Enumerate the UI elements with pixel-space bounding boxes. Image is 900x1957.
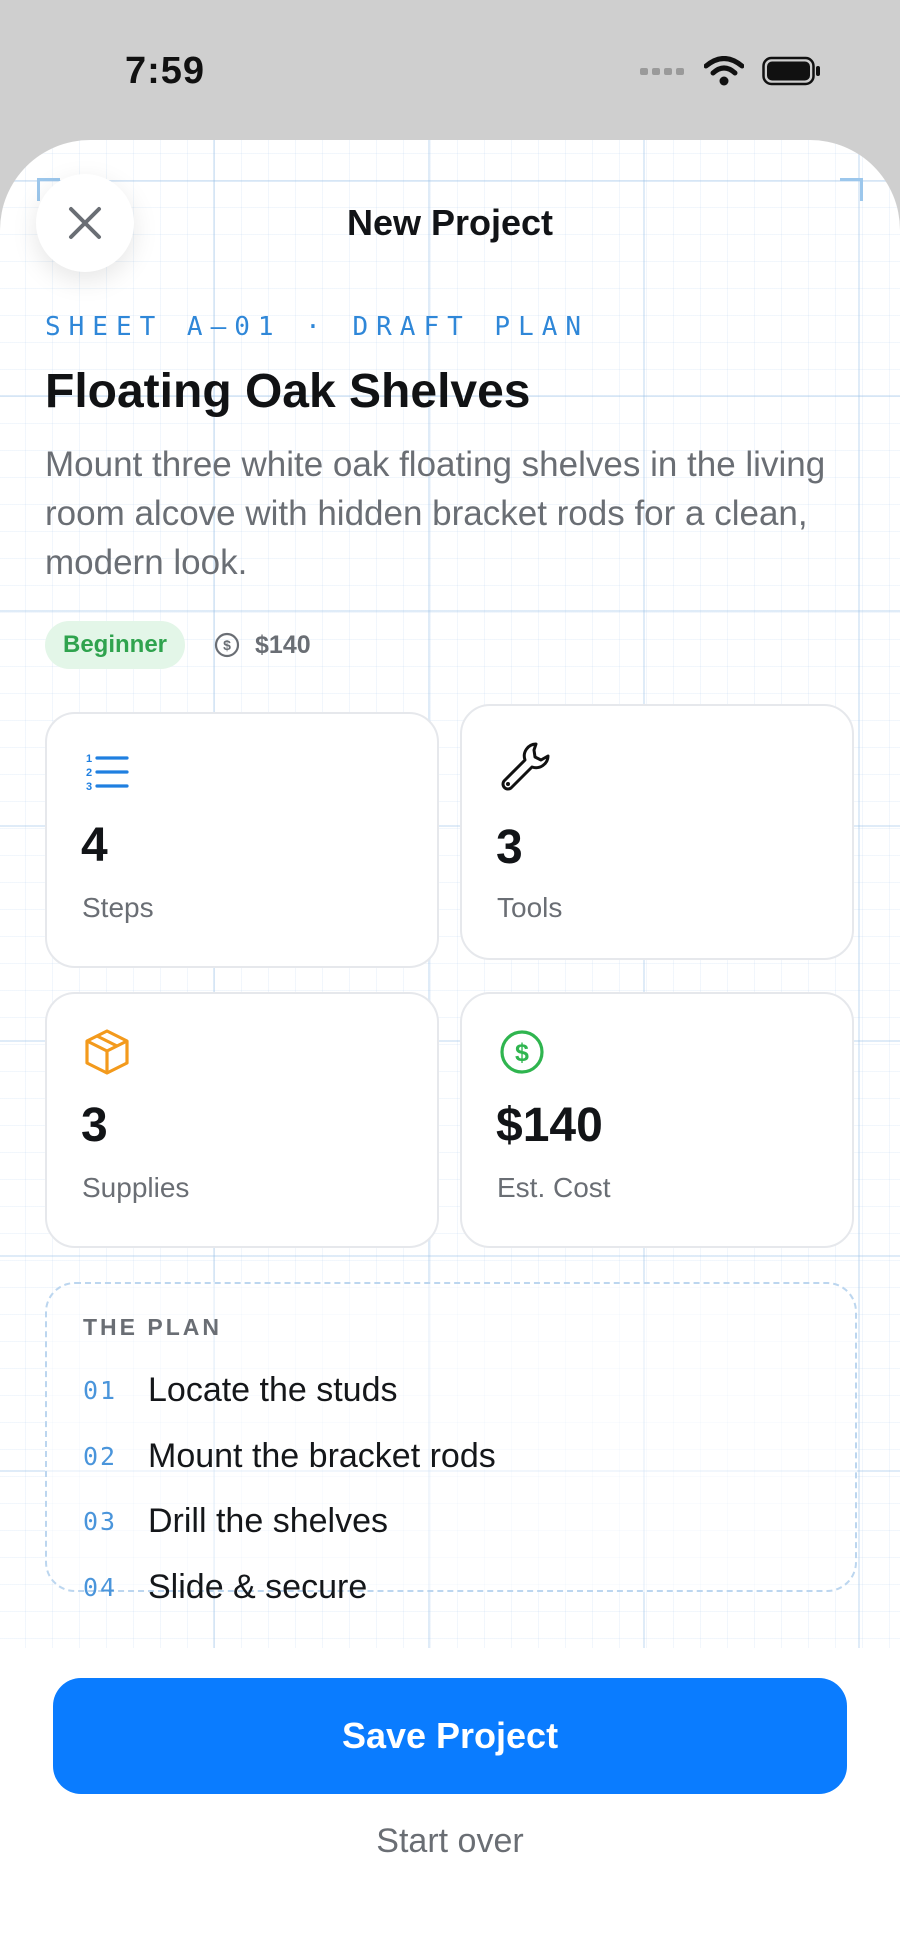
plan-steps-list: 01 Locate the studs 02 Mount the bracket… [83, 1358, 496, 1620]
difficulty-badge: Beginner [45, 621, 186, 669]
plan-summary: THE PLAN 01 Locate the studs 02 Mount th… [45, 1282, 857, 1606]
plan-step-number: 02 [83, 1441, 118, 1471]
plan-step: 04 Slide & secure [83, 1555, 496, 1621]
wifi-icon [704, 56, 744, 86]
dollar-circle-icon: $ [500, 1030, 544, 1074]
svg-text:2: 2 [86, 767, 92, 779]
plan-step-number: 01 [83, 1376, 118, 1406]
stat-label: Supplies [82, 1172, 190, 1203]
stat-card-tools: 3 Tools [460, 704, 854, 960]
sheet-label: SHEET A–01 · DRAFT PLAN [45, 312, 590, 342]
dollar-circle-icon: $ [214, 632, 240, 658]
svg-text:1: 1 [86, 753, 92, 765]
project-title: Floating Oak Shelves [45, 365, 531, 418]
stat-label: Tools [497, 892, 563, 923]
plan-step-text: Slide & secure [148, 1567, 368, 1606]
box-icon [85, 1029, 129, 1075]
stat-value: 3 [496, 821, 523, 874]
plan-step: 02 Mount the bracket rods [83, 1424, 496, 1490]
project-description: Mount three white oak floating shelves i… [45, 445, 826, 582]
save-project-button[interactable]: Save Project [53, 1678, 847, 1794]
plan-step-text: Locate the studs [148, 1371, 398, 1410]
plan-step: 03 Drill the shelves [83, 1489, 496, 1555]
plan-step-text: Drill the shelves [148, 1502, 388, 1541]
stat-card-est-cost: $ $140 Est. Cost [460, 992, 854, 1248]
page-title: New Project [346, 202, 554, 243]
numbered-list-icon: 1 2 3 [86, 753, 129, 793]
status-icons [640, 56, 822, 86]
stat-label: Est. Cost [497, 1172, 611, 1203]
cellular-signal-icon [640, 68, 684, 75]
svg-text:$: $ [515, 1039, 529, 1067]
stat-value: $140 [496, 1099, 603, 1152]
project-meta: Beginner $ $140 [45, 621, 311, 669]
status-bar: 7:59 [0, 0, 900, 140]
wrench-icon [501, 742, 550, 791]
stat-card-steps: 1 2 3 4 Steps [45, 712, 439, 968]
start-over-link[interactable]: Start over [0, 1822, 900, 1861]
stat-label: Steps [82, 892, 154, 923]
plan-step-number: 04 [83, 1572, 118, 1602]
blueprint-corner-mark [840, 178, 863, 201]
cost-value: $140 [255, 630, 311, 659]
plan-heading: THE PLAN [83, 1314, 222, 1340]
stat-value: 3 [81, 1099, 108, 1152]
cost-meta: $ $140 [213, 631, 311, 660]
svg-text:$: $ [223, 637, 231, 653]
plan-step-text: Mount the bracket rods [148, 1436, 496, 1475]
status-time: 7:59 [125, 50, 206, 92]
stat-card-supplies: 3 Supplies [45, 992, 439, 1248]
plan-step: 01 Locate the studs [83, 1358, 496, 1424]
battery-icon [762, 56, 820, 86]
stat-value: 4 [81, 819, 108, 872]
svg-text:3: 3 [86, 781, 92, 793]
plan-step-number: 03 [83, 1507, 118, 1537]
